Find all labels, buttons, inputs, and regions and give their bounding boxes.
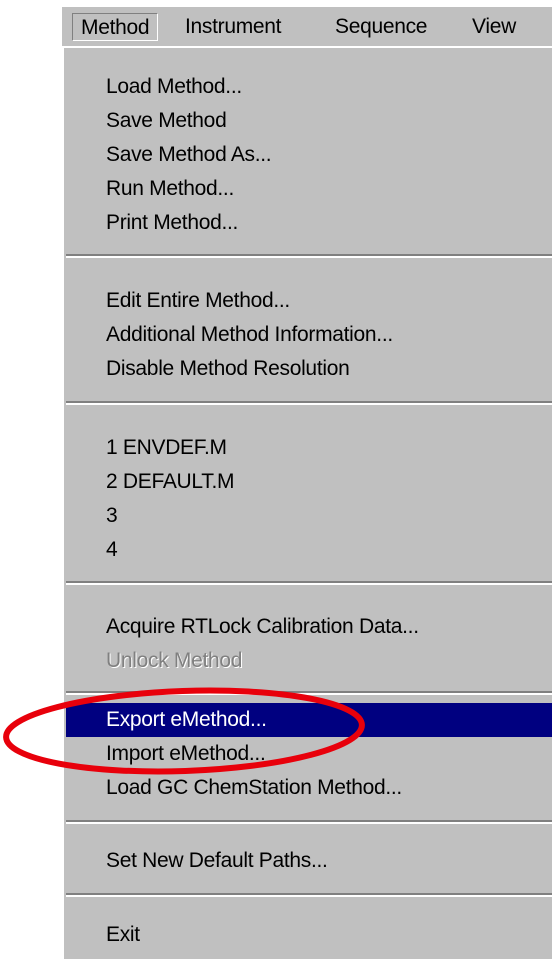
menu-separator (66, 401, 552, 405)
menu-item-run-method[interactable]: Run Method... (66, 172, 552, 206)
menu-item-edit-entire-method[interactable]: Edit Entire Method... (66, 284, 552, 318)
menu-item-recent-1[interactable]: 1 ENVDEF.M (66, 431, 552, 465)
menu-separator (66, 820, 552, 824)
menubar-method[interactable]: Method (72, 13, 159, 41)
menu-item-recent-4[interactable]: 4 (66, 533, 552, 567)
menu-item-recent-2[interactable]: 2 DEFAULT.M (66, 465, 552, 499)
menu-item-import-emethod[interactable]: Import eMethod... (66, 737, 552, 771)
menu-separator (66, 691, 552, 695)
menu-separator (66, 893, 552, 897)
menu-item-unlock-method: Unlock Method (106, 649, 243, 672)
menu-item-acquire-rtlock-calibration-data[interactable]: Acquire RTLock Calibration Data... (66, 610, 552, 644)
menubar-sequence[interactable]: Sequence (327, 13, 435, 41)
menu-item-export-emethod[interactable]: Export eMethod... (66, 703, 552, 737)
menubar-view[interactable]: View (464, 13, 524, 41)
menu-separator (66, 254, 552, 258)
menu-item-disable-method-resolution[interactable]: Disable Method Resolution (66, 352, 552, 386)
menubar-instrument[interactable]: Instrument (177, 13, 289, 41)
menu-item-save-method-as[interactable]: Save Method As... (66, 138, 552, 172)
menu-item-additional-method-information[interactable]: Additional Method Information... (66, 318, 552, 352)
menu-item-load-method[interactable]: Load Method... (66, 70, 552, 104)
menu-item-recent-3[interactable]: 3 (66, 499, 552, 533)
method-dropdown-menu: Load Method... Save Method Save Method A… (62, 46, 552, 959)
menu-item-save-method[interactable]: Save Method (66, 104, 552, 138)
menu-item-print-method[interactable]: Print Method... (66, 206, 552, 240)
menu-item-set-new-default-paths[interactable]: Set New Default Paths... (66, 844, 552, 878)
menu-item-load-gc-chemstation-method[interactable]: Load GC ChemStation Method... (66, 771, 552, 805)
menu-bar: Method Instrument Sequence View (62, 6, 552, 47)
menu-item-exit[interactable]: Exit (66, 918, 552, 952)
menu-separator (66, 581, 552, 585)
